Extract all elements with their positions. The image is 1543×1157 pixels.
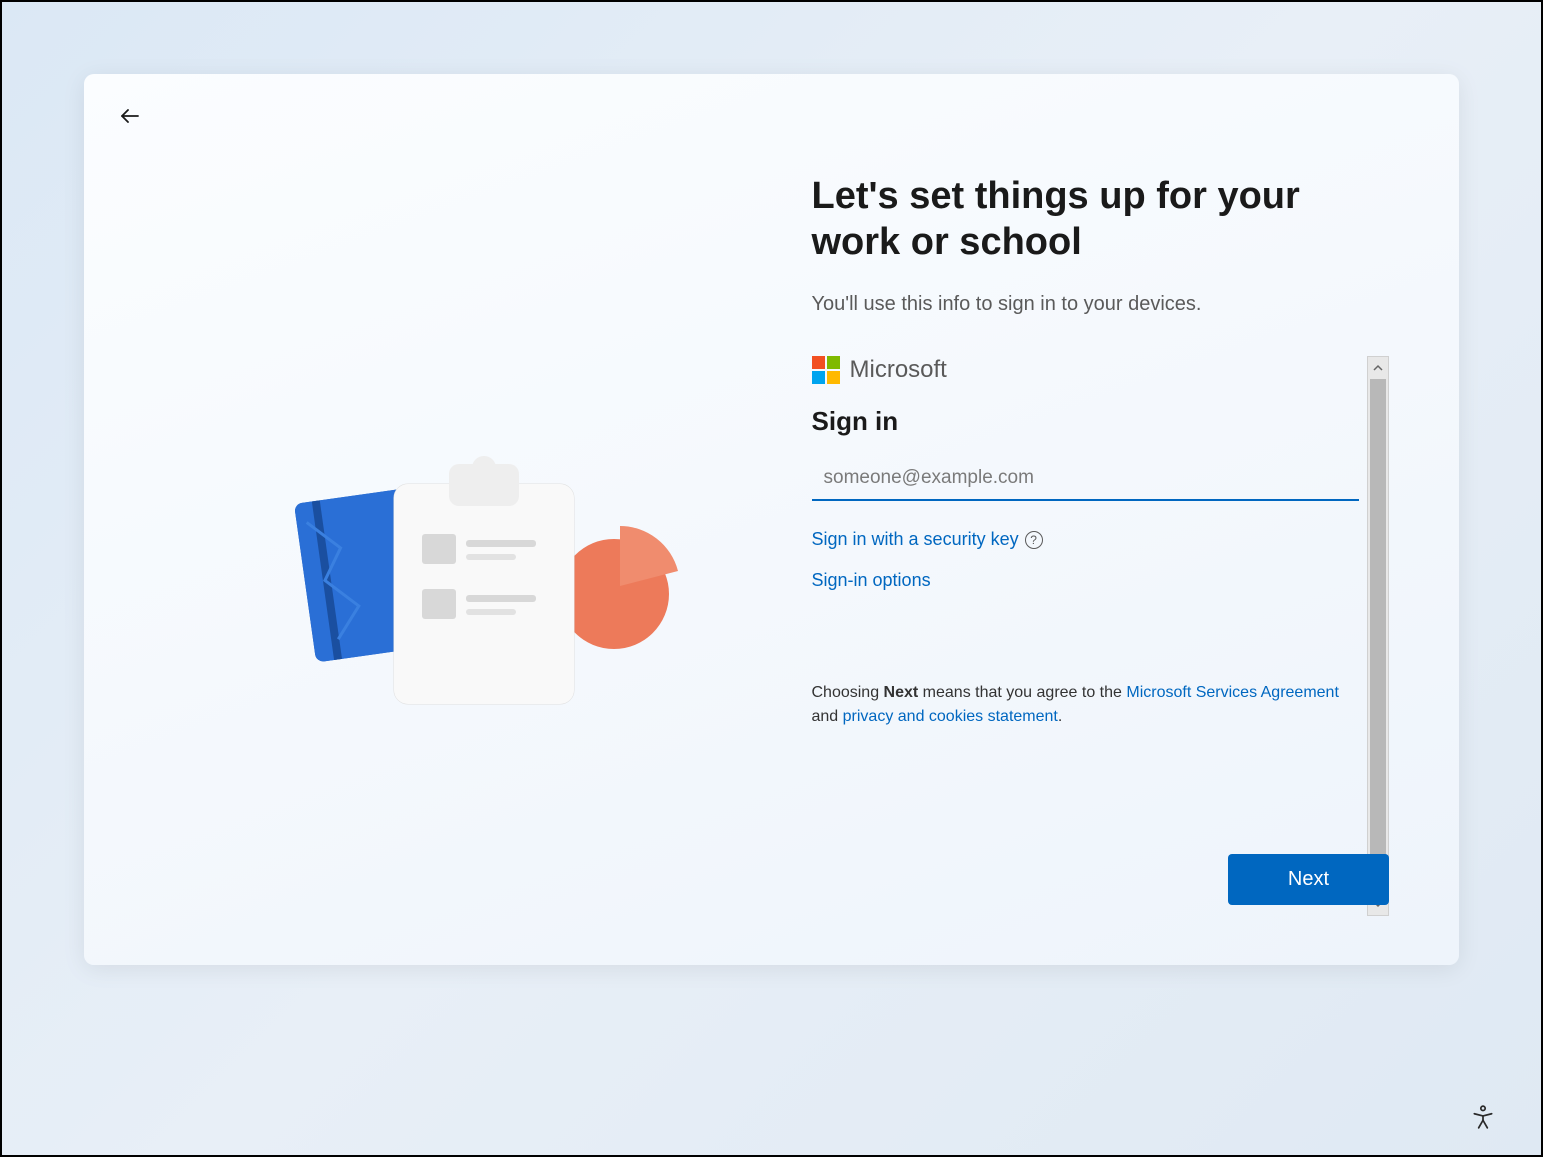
next-button[interactable]: Next	[1228, 854, 1389, 905]
privacy-link[interactable]: privacy and cookies statement	[843, 708, 1058, 725]
services-agreement-link[interactable]: Microsoft Services Agreement	[1126, 684, 1339, 701]
work-school-illustration-icon	[284, 444, 714, 724]
setup-card: Let's set things up for your work or sch…	[84, 74, 1459, 965]
scroll-thumb[interactable]	[1370, 379, 1386, 893]
scroll-up-button[interactable]	[1368, 357, 1388, 379]
accessibility-icon	[1470, 1104, 1496, 1130]
brand-name: Microsoft	[850, 356, 947, 384]
agreement-prefix: Choosing	[812, 684, 884, 701]
page-title: Let's set things up for your work or sch…	[812, 174, 1332, 265]
vertical-scrollbar[interactable]	[1367, 356, 1389, 916]
form-pane: Let's set things up for your work or sch…	[772, 74, 1460, 965]
security-key-link-label: Sign in with a security key	[812, 529, 1019, 550]
chevron-up-icon	[1373, 363, 1383, 373]
email-input[interactable]	[812, 459, 1360, 501]
security-key-link[interactable]: Sign in with a security key ?	[812, 529, 1043, 550]
signin-scroll-area: Microsoft Sign in Sign in with a securit…	[812, 356, 1390, 729]
page-subtitle: You'll use this info to sign in to your …	[812, 293, 1390, 316]
signin-heading: Sign in	[812, 406, 1360, 437]
brand-row: Microsoft	[812, 356, 1360, 384]
next-button-label: Next	[1288, 868, 1329, 890]
agreement-middle: means that you agree to the	[918, 684, 1126, 701]
agreement-text: Choosing Next means that you agree to th…	[812, 681, 1352, 729]
signin-options-link[interactable]: Sign-in options	[812, 570, 931, 591]
help-icon[interactable]: ?	[1025, 531, 1043, 549]
microsoft-logo-icon	[812, 356, 840, 384]
agreement-and: and	[812, 708, 843, 725]
illustration-pane	[84, 74, 772, 965]
accessibility-button[interactable]	[1465, 1099, 1501, 1135]
agreement-suffix: .	[1058, 708, 1062, 725]
agreement-bold: Next	[884, 684, 919, 701]
signin-options-label: Sign-in options	[812, 570, 931, 591]
